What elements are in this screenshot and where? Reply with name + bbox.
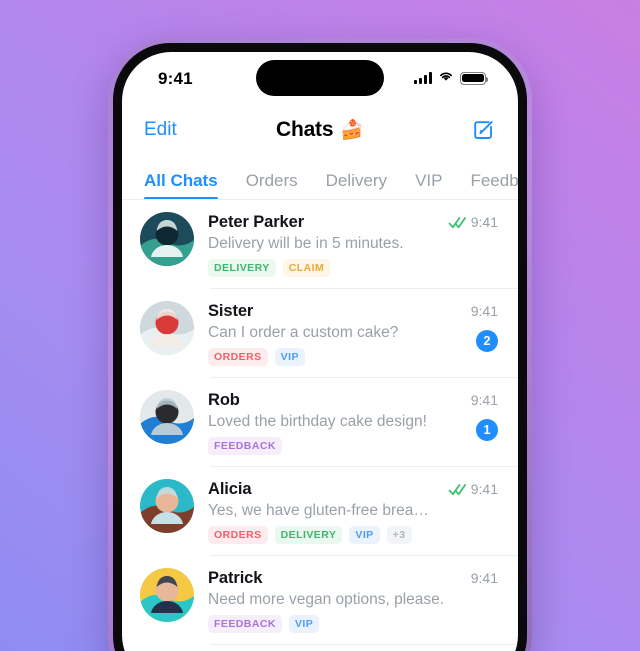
status-indicators — [414, 69, 489, 87]
chat-tag[interactable]: DELIVERY — [208, 259, 276, 277]
chat-timestamp: 9:41 — [470, 570, 498, 586]
chat-contact-name: Alicia — [208, 480, 252, 498]
chat-preview-message: Need more vegan options, please. — [208, 591, 445, 608]
read-receipt-double-check-icon — [448, 483, 467, 496]
chat-tag-list: ORDERS DELIVERY VIP +3 — [208, 526, 434, 544]
chat-contact-name: Patrick — [208, 569, 263, 587]
avatar-rob[interactable] — [140, 390, 194, 444]
chat-list-item[interactable]: Alicia Yes, we have gluten-free bread ava… — [122, 467, 518, 556]
chat-content: Sister Can I order a custom cake? ORDERS VI… — [208, 301, 457, 366]
chat-meta: 9:41 — [448, 212, 498, 277]
chat-meta-top: 9:41 — [471, 570, 498, 586]
tab-vip[interactable]: VIP — [415, 171, 442, 200]
chat-meta-top: 9:41 — [448, 214, 498, 230]
status-time: 9:41 — [158, 69, 193, 88]
avatar-patrick[interactable] — [140, 568, 194, 622]
chat-list-item[interactable]: Rob Loved the birthday cake design! FEEDBA… — [122, 378, 518, 467]
chat-content: Rob Loved the birthday cake design! FEEDBA… — [208, 390, 457, 455]
chat-tag-list: FEEDBACK — [208, 437, 457, 455]
phone-screen: 9:41 Edit Chats 🍰 All Chats Orders Deliv… — [122, 52, 518, 651]
page-title-text: Chats — [275, 118, 334, 141]
chat-preview-message: Can I order a custom cake? — [208, 324, 399, 341]
chat-list[interactable]: Peter Parker Delivery will be in 5 minute… — [122, 200, 518, 651]
chat-tag-list: FEEDBACK VIP — [208, 615, 457, 633]
chat-content: Patrick Need more vegan options, please. F… — [208, 568, 457, 633]
wifi-icon — [438, 69, 454, 87]
status-bar: 9:41 — [122, 52, 518, 104]
phone-frame: 9:41 Edit Chats 🍰 All Chats Orders Deliv… — [108, 38, 532, 651]
chat-timestamp: 9:41 — [470, 214, 498, 230]
chat-tag[interactable]: DELIVERY — [274, 526, 343, 544]
cellular-signal-icon — [414, 72, 432, 84]
compose-button[interactable] — [471, 118, 496, 143]
chat-tag-list: ORDERS VIP — [208, 348, 457, 366]
unread-count-badge: 1 — [476, 419, 498, 441]
chat-tag[interactable]: VIP — [288, 615, 320, 633]
chat-meta: 9:41 — [448, 479, 498, 544]
nav-bar: Edit Chats 🍰 — [122, 104, 518, 156]
chat-meta-top: 9:41 — [471, 303, 498, 319]
chat-meta-top: 9:41 — [471, 392, 498, 408]
chat-preview-message: Delivery will be in 5 minutes. — [208, 235, 404, 252]
read-receipt-double-check-icon — [448, 216, 467, 229]
chat-list-item[interactable]: Peter Parker Delivery will be in 5 minute… — [122, 200, 518, 289]
chat-tag-list: DELIVERY CLAIM — [208, 259, 434, 277]
chat-timestamp: 9:41 — [470, 392, 498, 408]
tab-feedback[interactable]: Feedback — [470, 171, 518, 200]
avatar-alicia[interactable] — [140, 479, 194, 533]
chat-meta: 9:41 1 — [471, 390, 498, 455]
tab-orders[interactable]: Orders — [246, 171, 298, 200]
tag-overflow-count[interactable]: +3 — [386, 526, 412, 544]
chat-list-item[interactable]: Patrick Need more vegan options, please. F… — [122, 556, 518, 645]
chat-meta: 9:41 — [471, 568, 498, 633]
chat-tag[interactable]: ORDERS — [208, 526, 268, 544]
chat-timestamp: 9:41 — [470, 481, 498, 497]
battery-icon — [460, 71, 489, 85]
tab-delivery[interactable]: Delivery — [326, 171, 387, 200]
page-title: Chats 🍰 — [276, 118, 364, 142]
chat-contact-name: Sister — [208, 302, 254, 320]
avatar-peter-parker[interactable] — [140, 212, 194, 266]
chat-content: Alicia Yes, we have gluten-free bread ava… — [208, 479, 434, 544]
chat-content: Peter Parker Delivery will be in 5 minute… — [208, 212, 434, 277]
chat-preview-message: Yes, we have gluten-free bread available… — [208, 502, 434, 519]
chat-tag[interactable]: FEEDBACK — [208, 437, 282, 455]
edit-button[interactable]: Edit — [144, 119, 177, 141]
tab-bar: All Chats Orders Delivery VIP Feedback E — [122, 156, 518, 200]
chat-meta-top: 9:41 — [448, 481, 498, 497]
chat-tag[interactable]: VIP — [274, 348, 305, 366]
chat-meta: 9:41 2 — [471, 301, 498, 366]
unread-count-badge: 2 — [476, 330, 498, 352]
dynamic-island — [256, 60, 384, 96]
tab-all-chats[interactable]: All Chats — [144, 171, 218, 200]
phone-bezel: 9:41 Edit Chats 🍰 All Chats Orders Deliv… — [113, 43, 527, 651]
chat-tag[interactable]: ORDERS — [208, 348, 268, 366]
chat-contact-name: Peter Parker — [208, 213, 305, 231]
chat-contact-name: Rob — [208, 391, 240, 409]
chat-preview-message: Loved the birthday cake design! — [208, 413, 427, 430]
chat-tag[interactable]: VIP — [349, 526, 380, 544]
chat-list-item[interactable]: JessicaNice, got it.9:41 — [122, 645, 518, 651]
chat-list-item[interactable]: Sister Can I order a custom cake? ORDERS VI… — [122, 289, 518, 378]
chat-timestamp: 9:41 — [470, 303, 498, 319]
cake-icon: 🍰 — [340, 119, 365, 141]
chat-tag[interactable]: CLAIM — [282, 259, 331, 277]
avatar-sister[interactable] — [140, 301, 194, 355]
chat-tag[interactable]: FEEDBACK — [208, 615, 282, 633]
